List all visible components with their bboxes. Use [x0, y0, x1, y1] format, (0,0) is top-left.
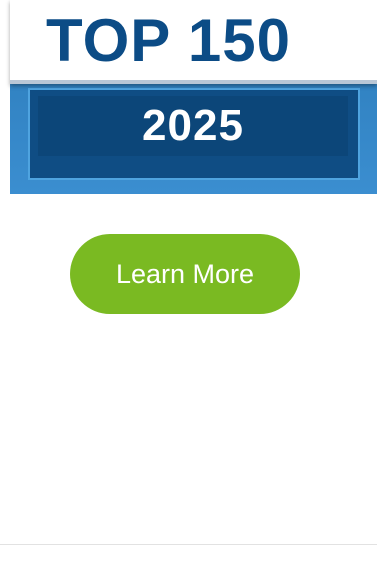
badge-year: 2025: [142, 101, 244, 150]
divider: [0, 544, 377, 545]
ribbon-underline: [10, 80, 377, 84]
learn-more-button[interactable]: Learn More: [70, 234, 300, 314]
badge-title: TOP 150: [46, 7, 291, 74]
page: 2025 TOP 150 Learn More: [0, 0, 377, 571]
